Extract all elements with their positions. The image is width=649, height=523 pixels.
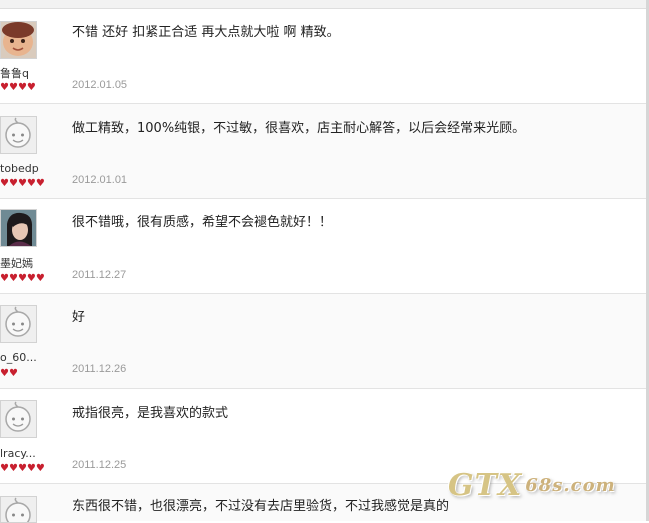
heart-icon: ♥ <box>17 463 27 474</box>
heart-icon: ♥ <box>17 178 27 189</box>
top-divider <box>0 0 649 9</box>
heart-icon: ♥ <box>0 463 9 474</box>
heart-icon: ♥ <box>17 82 27 93</box>
username[interactable]: 鲁鲁q <box>0 65 40 81</box>
heart-icon: ♥ <box>35 273 45 284</box>
heart-icon: ♥ <box>26 463 36 474</box>
username[interactable]: tobedp <box>0 162 40 175</box>
heart-icon: ♥ <box>8 178 18 189</box>
user-avatar[interactable] <box>0 209 37 247</box>
heart-icon: ♥ <box>0 82 9 93</box>
review-row: o_60... ♥ ♥ 好 2011.12.26 <box>0 294 646 389</box>
rating-hearts: ♥ ♥ ♥ ♥ ♥ <box>0 464 45 474</box>
rating-hearts: ♥ ♥ ♥ ♥ ♥ <box>0 274 45 284</box>
review-comment: 很不错哦，很有质感，希望不会褪色就好！！ <box>72 215 333 230</box>
heart-icon: ♥ <box>35 178 45 189</box>
user-avatar[interactable] <box>0 496 37 523</box>
review-row: 墨妃嫣 ♥ ♥ ♥ ♥ ♥ 很不错哦，很有质感，希望不会褪色就好！！ 2011.… <box>0 199 646 294</box>
heart-icon: ♥ <box>0 178 9 189</box>
username[interactable]: o_60... <box>0 351 40 364</box>
heart-icon: ♥ <box>8 82 18 93</box>
rating-hearts: ♥ ♥ ♥ ♥ ♥ <box>0 179 45 189</box>
review-row: 鲁鲁q ♥ ♥ ♥ ♥ 不错 还好 扣紧正合适 再大点就大啦 啊 精致。 201… <box>0 9 646 104</box>
rating-hearts: ♥ ♥ <box>0 369 18 379</box>
username[interactable]: lracy... <box>0 447 40 460</box>
heart-icon: ♥ <box>26 273 36 284</box>
review-comment: 不错 还好 扣紧正合适 再大点就大啦 啊 精致。 <box>72 25 340 40</box>
heart-icon: ♥ <box>26 82 36 93</box>
heart-icon: ♥ <box>8 273 18 284</box>
review-date: 2012.01.01 <box>72 174 128 186</box>
review-date: 2011.12.25 <box>72 459 127 471</box>
review-comment: 东西很不错，也很漂亮，不过没有去店里验货，不过我感觉是真的 <box>72 499 450 514</box>
watermark-logo: GTX <box>448 467 523 503</box>
user-avatar[interactable] <box>0 21 37 59</box>
review-comment: 好 <box>72 310 86 325</box>
heart-icon: ♥ <box>17 273 27 284</box>
user-avatar[interactable] <box>0 305 37 343</box>
review-date: 2011.12.26 <box>72 363 127 375</box>
heart-icon: ♥ <box>26 178 36 189</box>
heart-icon: ♥ <box>0 273 9 284</box>
heart-icon: ♥ <box>35 463 45 474</box>
user-avatar[interactable] <box>0 400 37 438</box>
heart-icon: ♥ <box>8 463 18 474</box>
watermark-domain: 68s.com <box>525 474 616 496</box>
heart-icon: ♥ <box>8 368 18 379</box>
site-watermark: GTX 68s.com <box>448 462 638 508</box>
review-comment: 做工精致，100%纯银，不过敏，很喜欢，店主耐心解答，以后会经常来光顾。 <box>72 121 526 136</box>
user-avatar[interactable] <box>0 116 37 154</box>
review-row: tobedp ♥ ♥ ♥ ♥ ♥ 做工精致，100%纯银，不过敏，很喜欢，店主耐… <box>0 104 646 199</box>
review-date: 2012.01.05 <box>72 79 128 91</box>
review-date: 2011.12.27 <box>72 269 127 281</box>
username[interactable]: 墨妃嫣 <box>0 255 40 271</box>
review-comment: 戒指很亮，是我喜欢的款式 <box>72 406 229 421</box>
rating-hearts: ♥ ♥ ♥ ♥ <box>0 83 36 93</box>
heart-icon: ♥ <box>0 368 9 379</box>
